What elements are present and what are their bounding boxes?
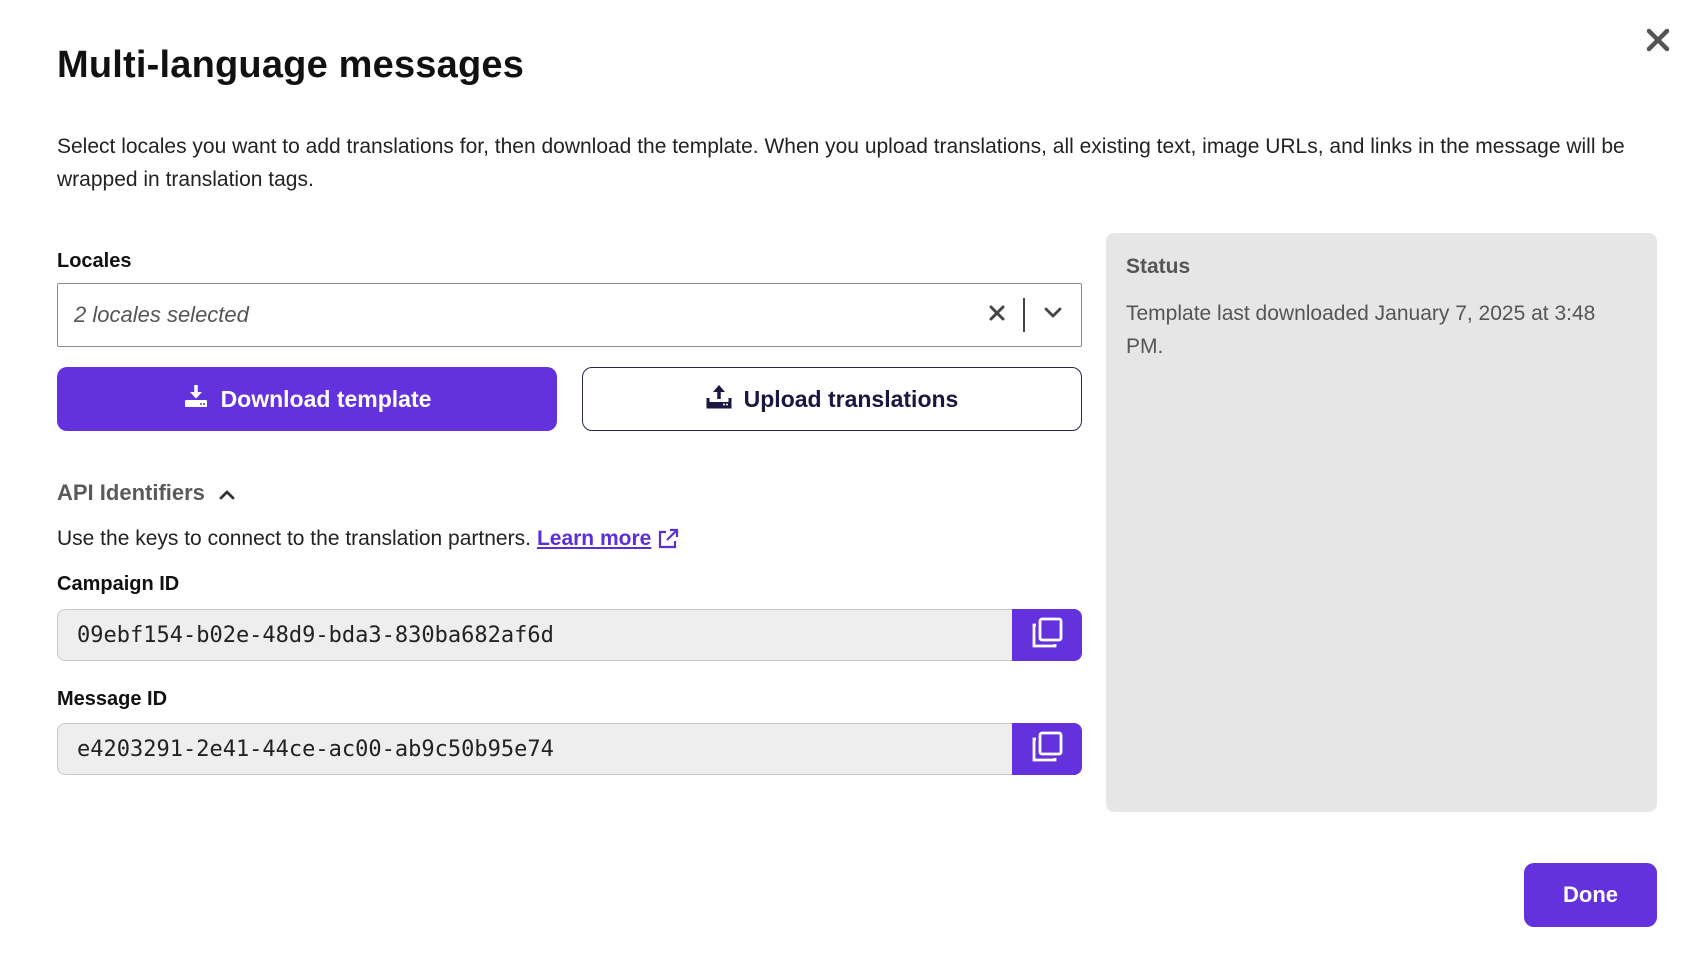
learn-more-link[interactable]: Learn more — [537, 527, 651, 551]
done-button[interactable]: Done — [1524, 863, 1657, 927]
status-panel: Status Template last downloaded January … — [1106, 233, 1657, 812]
copy-message-id-button[interactable] — [1012, 723, 1082, 775]
dialog-description: Select locales you want to add translati… — [57, 135, 1625, 191]
api-description-text: Use the keys to connect to the translati… — [57, 527, 531, 550]
close-icon — [1645, 27, 1671, 58]
copy-icon — [1030, 616, 1064, 655]
upload-icon — [706, 383, 732, 415]
locales-select-value: 2 locales selected — [74, 302, 249, 327]
api-identifiers-label: API Identifiers — [57, 480, 205, 505]
copy-icon — [1030, 730, 1064, 769]
download-icon — [183, 383, 209, 415]
external-link-icon[interactable] — [657, 528, 679, 550]
dropdown-toggle[interactable] — [1025, 295, 1081, 335]
api-description: Use the keys to connect to the translati… — [57, 527, 679, 551]
upload-translations-label: Upload translations — [743, 385, 959, 412]
status-title: Status — [1126, 255, 1191, 278]
chevron-down-icon — [1043, 306, 1063, 324]
clear-selection-button[interactable] — [977, 295, 1017, 335]
dialog-title: Multi-language messages — [57, 44, 525, 86]
status-text: Template last downloaded January 7, 2025… — [1126, 302, 1596, 358]
locales-select[interactable]: 2 locales selected — [57, 283, 1082, 347]
campaign-id-label: Campaign ID — [57, 573, 180, 595]
api-identifiers-toggle[interactable]: API Identifiers — [57, 480, 235, 506]
copy-campaign-id-button[interactable] — [1012, 609, 1082, 661]
download-template-label: Download template — [220, 385, 432, 412]
locales-label: Locales — [57, 250, 132, 272]
campaign-id-field[interactable]: 09ebf154-b02e-48d9-bda3-830ba682af6d — [57, 609, 1014, 661]
message-id-field[interactable]: e4203291-2e41-44ce-ac00-ab9c50b95e74 — [57, 723, 1014, 775]
chevron-up-icon — [219, 480, 235, 506]
upload-translations-button[interactable]: Upload translations — [582, 367, 1082, 431]
clear-icon — [988, 304, 1006, 327]
download-template-button[interactable]: Download template — [57, 367, 557, 431]
close-button[interactable] — [1640, 24, 1676, 60]
multi-language-dialog: Multi-language messages Select locales y… — [0, 0, 1690, 976]
message-id-label: Message ID — [57, 688, 168, 710]
